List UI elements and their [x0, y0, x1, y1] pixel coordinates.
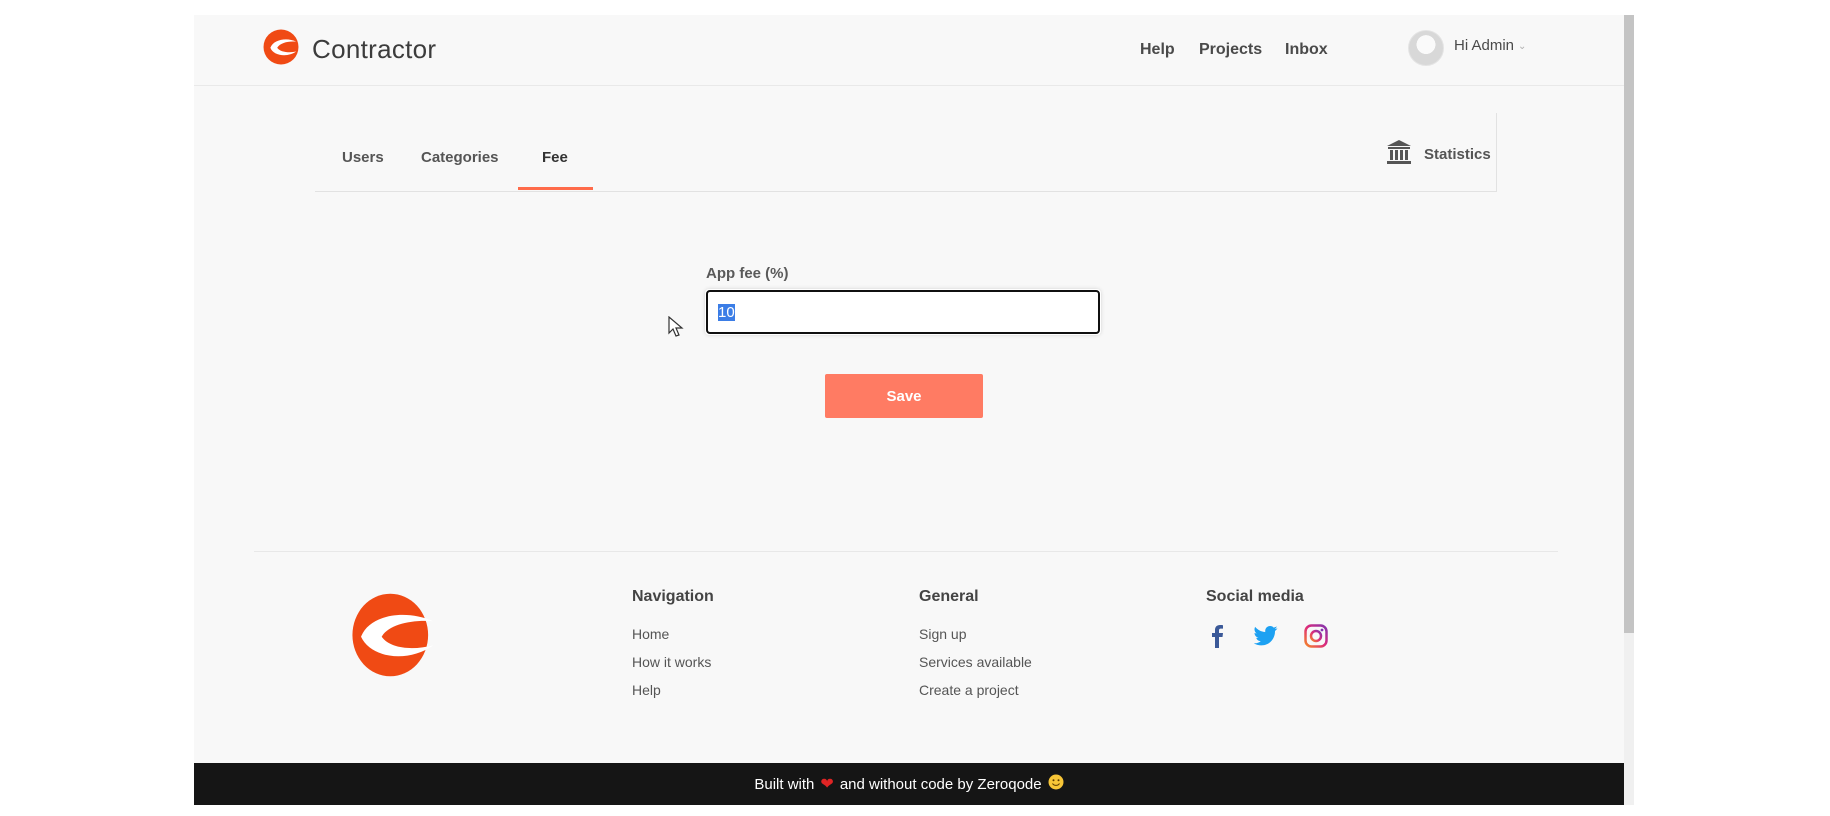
user-menu[interactable]: Hi Admin ⌄	[1408, 30, 1526, 66]
brand-name: Contractor	[312, 33, 437, 64]
footer-link-create-project[interactable]: Create a project	[919, 682, 1032, 698]
scrollbar-thumb[interactable]	[1624, 15, 1634, 633]
instagram-icon[interactable]	[1304, 624, 1328, 653]
footer-link-sign-up[interactable]: Sign up	[919, 626, 1032, 642]
built-with-suffix: and without code by Zeroqode	[839, 775, 1042, 793]
active-tab-indicator	[518, 187, 593, 190]
footer-general: General Sign up Services available Creat…	[919, 588, 1032, 710]
user-greeting: Hi Admin	[1454, 36, 1515, 54]
app-fee-input[interactable]	[705, 289, 1101, 335]
twitter-icon[interactable]	[1253, 626, 1278, 651]
footer-link-home[interactable]: Home	[632, 626, 714, 642]
footer-logo-icon[interactable]	[349, 590, 435, 685]
footer-link-services-available[interactable]: Services available	[919, 654, 1032, 670]
facebook-icon[interactable]	[1206, 624, 1228, 653]
footer-navigation-heading: Navigation	[632, 588, 714, 605]
tab-users[interactable]: Users	[342, 149, 384, 166]
heart-icon: ❤	[820, 776, 834, 793]
footer-link-how-it-works[interactable]: How it works	[632, 654, 714, 670]
top-header: Contractor Help Projects Inbox Hi Admin …	[194, 15, 1624, 86]
mouse-cursor-icon	[668, 315, 684, 343]
footer-general-heading: General	[919, 588, 979, 605]
footer-social-heading: Social media	[1206, 588, 1304, 605]
chevron-down-icon: ⌄	[1518, 40, 1527, 52]
statistics-label: Statistics	[1424, 146, 1491, 163]
brand[interactable]: Contractor	[262, 29, 436, 69]
nav-projects[interactable]: Projects	[1199, 41, 1262, 59]
nav-inbox[interactable]: Inbox	[1285, 41, 1328, 59]
avatar	[1408, 30, 1444, 66]
nav-help[interactable]: Help	[1140, 41, 1175, 59]
save-button[interactable]: Save	[825, 374, 983, 418]
tab-fee[interactable]: Fee	[542, 149, 568, 166]
app-window: Contractor Help Projects Inbox Hi Admin …	[194, 15, 1634, 805]
footer-divider	[254, 551, 1558, 552]
logo-icon	[262, 28, 300, 71]
smiley-icon	[1048, 774, 1064, 794]
app-fee-label: App fee (%)	[706, 265, 789, 282]
statistics-link[interactable]: Statistics	[1386, 139, 1491, 170]
bank-icon	[1386, 139, 1412, 170]
social-icons	[1206, 624, 1328, 653]
built-with-bar: Built with ❤ and without code by Zeroqod…	[194, 763, 1624, 805]
footer-social: Social media	[1206, 588, 1328, 653]
tab-categories[interactable]: Categories	[421, 149, 499, 166]
admin-tabs: Users Categories Fee Statistics	[315, 113, 1497, 192]
built-with-prefix: Built with	[754, 775, 815, 793]
footer-link-help[interactable]: Help	[632, 682, 714, 698]
footer-navigation: Navigation Home How it works Help	[632, 588, 714, 710]
